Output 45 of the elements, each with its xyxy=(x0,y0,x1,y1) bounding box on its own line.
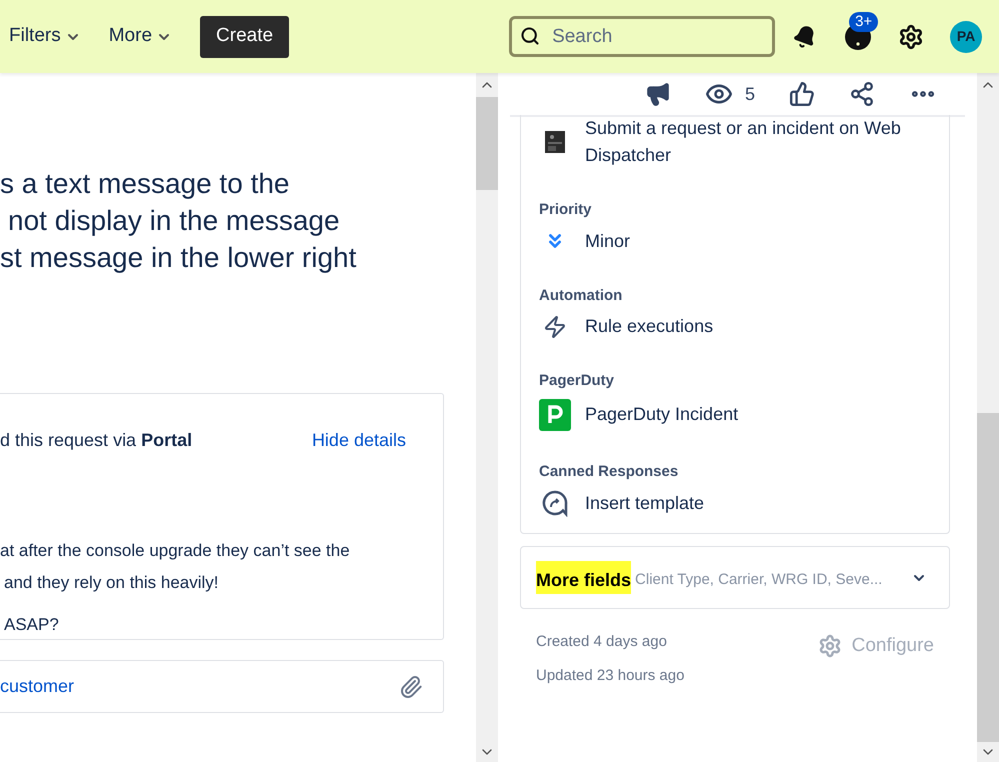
notification-badge: 3+ xyxy=(849,12,878,32)
request-description-line: ASAP? xyxy=(3,614,59,636)
nav-menu[interactable]: More xyxy=(108,22,172,51)
create-button[interactable]: Create xyxy=(200,16,290,58)
hide-details-link[interactable]: Hide details xyxy=(312,427,406,454)
issue-summary-line: not display in the message xyxy=(7,204,340,238)
field-label: Canned Responses xyxy=(539,462,678,482)
field-value[interactable]: Rule executions xyxy=(585,313,714,340)
request-description-line: and they rely on this heavily! xyxy=(3,572,219,594)
share-icon[interactable] xyxy=(849,81,875,107)
paperclip-icon[interactable] xyxy=(399,674,423,698)
scrollbar-thumb[interactable] xyxy=(977,413,999,742)
field-label: Priority xyxy=(539,200,592,220)
request-channel-text: d this request via Portal xyxy=(0,429,192,452)
more-fields-label: More fields xyxy=(536,561,632,594)
more-fields-summary: Client Type, Carrier, WRG ID, Seve... xyxy=(635,570,882,590)
request-type-icon xyxy=(544,130,566,154)
field-value[interactable]: PagerDuty Incident xyxy=(585,401,738,428)
thumbs-up-icon[interactable] xyxy=(789,81,815,107)
avatar[interactable]: PA xyxy=(950,20,982,52)
pagerduty-icon xyxy=(539,398,571,430)
search-icon xyxy=(520,26,540,46)
request-description-line: at after the console upgrade they can’t see the xyxy=(0,540,350,562)
scrollbar-thumb[interactable] xyxy=(476,97,498,190)
more-fields-panel[interactable]: More fields Client Type, Carrier, WRG ID, Seve... xyxy=(520,546,950,609)
gear-icon xyxy=(818,634,842,658)
megaphone-icon[interactable] xyxy=(644,81,671,107)
lightning-icon xyxy=(543,314,567,338)
scrollbar[interactable] xyxy=(977,73,999,762)
scrollbar[interactable] xyxy=(476,73,498,762)
reply-customer-link[interactable]: customer xyxy=(0,673,74,700)
settings-icon[interactable] xyxy=(898,24,924,50)
field-value[interactable]: Minor xyxy=(585,228,630,254)
watcher-count: 5 xyxy=(744,82,755,106)
updated-date: Updated 23 hours ago xyxy=(536,666,684,686)
field-label: Automation xyxy=(539,286,622,306)
issue-summary-line: s a text message to the xyxy=(0,167,290,201)
template-icon xyxy=(541,489,569,517)
field-value[interactable]: Submit a request or an incident on Web Dispatcher xyxy=(585,115,925,169)
field-value[interactable]: Insert template xyxy=(585,490,704,516)
issue-summary-line: st message in the lower right xyxy=(0,241,356,275)
search-field[interactable]: Search xyxy=(509,16,776,57)
nav-menu[interactable]: Filters xyxy=(9,22,81,51)
field-label: PagerDuty xyxy=(539,371,614,391)
created-date: Created 4 days ago xyxy=(536,632,667,652)
